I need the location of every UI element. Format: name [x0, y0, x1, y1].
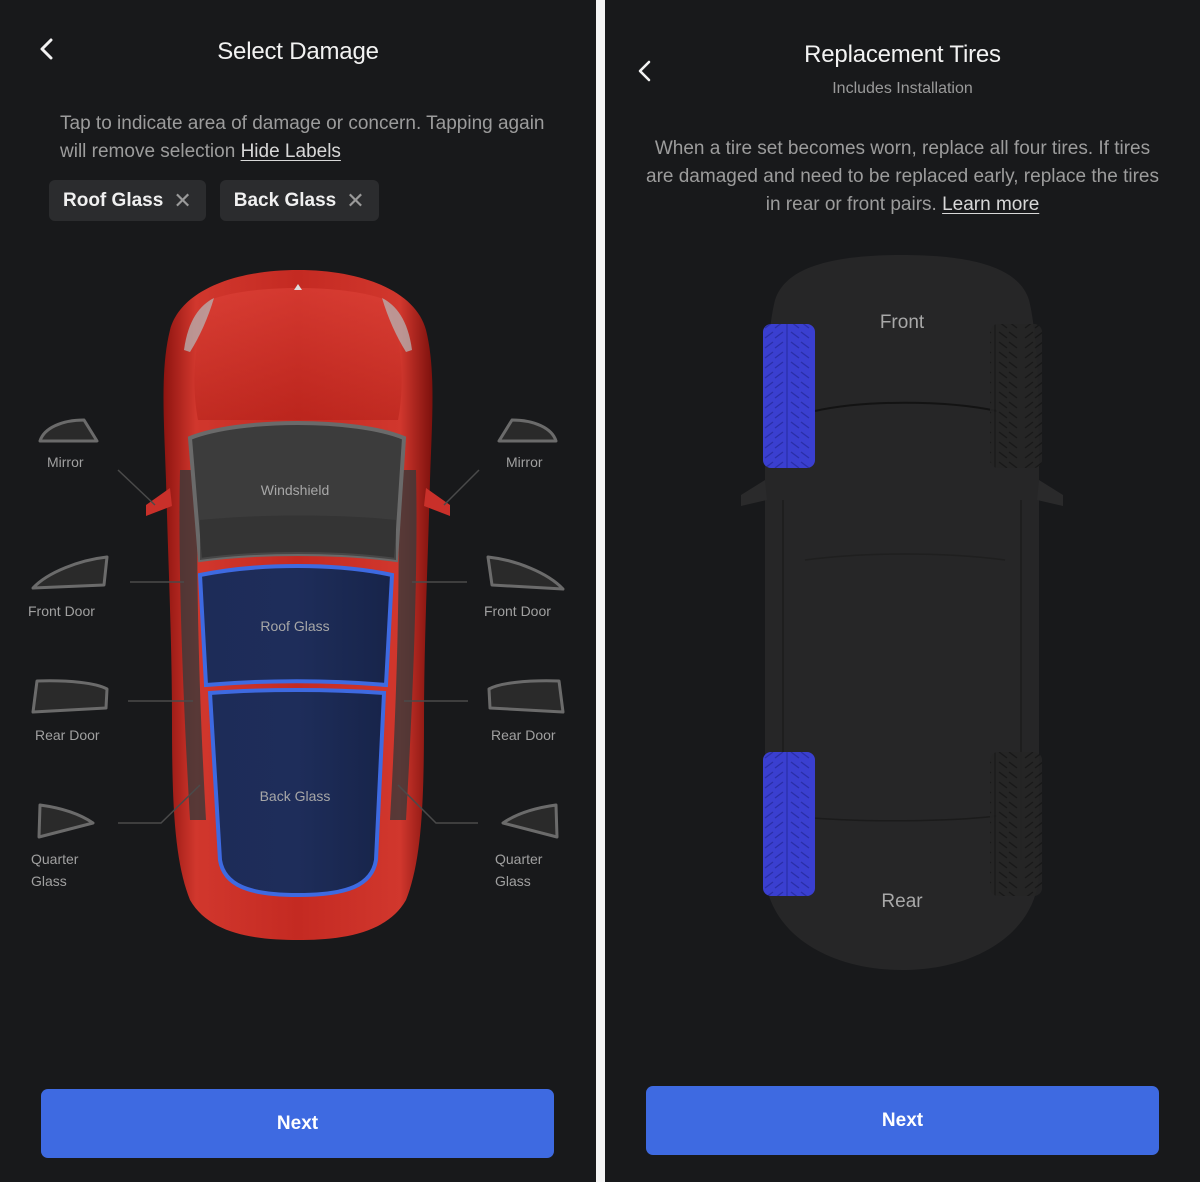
- label-line: Quarter: [495, 851, 543, 867]
- quarter-glass-left-part[interactable]: [36, 802, 96, 840]
- rear-door-right-label: Rear Door: [491, 727, 556, 743]
- selected-parts-chips: Roof Glass ✕ Back Glass ✕: [49, 180, 379, 221]
- rear-door-left-part[interactable]: [30, 678, 110, 716]
- quarter-glass-right-part[interactable]: [498, 802, 560, 840]
- tire-front-right-button[interactable]: [990, 324, 1042, 468]
- mirror-right-label: Mirror: [506, 454, 543, 470]
- chip-label: Back Glass: [233, 189, 337, 211]
- front-door-left-label: Front Door: [28, 603, 95, 619]
- chip-label: Roof Glass: [63, 189, 164, 211]
- screen-divider: [596, 0, 605, 1182]
- front-door-right-label: Front Door: [484, 603, 551, 619]
- chip-roof-glass[interactable]: Roof Glass ✕: [49, 180, 206, 221]
- car-tire-diagram: [741, 255, 1063, 970]
- quarter-glass-right-label: Quarter Glass: [495, 848, 542, 892]
- roof-glass-part[interactable]: [200, 565, 392, 685]
- label-line: Quarter: [31, 851, 79, 867]
- close-icon[interactable]: ✕: [173, 189, 191, 212]
- front-door-left-part[interactable]: [30, 554, 110, 590]
- hide-labels-link[interactable]: Hide Labels: [241, 141, 341, 162]
- replacement-tires-screen: Replacement Tires Includes Installation …: [605, 0, 1200, 1182]
- label-line: Glass: [495, 873, 531, 889]
- next-button[interactable]: Next: [41, 1089, 554, 1158]
- rear-door-left-label: Rear Door: [35, 727, 100, 743]
- front-door-right-part[interactable]: [485, 554, 567, 590]
- windshield-part[interactable]: [192, 425, 404, 560]
- mirror-right-part[interactable]: [494, 416, 560, 446]
- mirror-left-part[interactable]: [36, 416, 102, 446]
- quarter-glass-left-label: Quarter Glass: [31, 848, 78, 892]
- back-glass-part[interactable]: [210, 690, 385, 895]
- page-title: Select Damage: [217, 38, 379, 65]
- next-button[interactable]: Next: [646, 1086, 1159, 1155]
- select-damage-screen: Select Damage Tap to indicate area of da…: [0, 0, 596, 1182]
- mirror-left-label: Mirror: [47, 454, 84, 470]
- chip-back-glass[interactable]: Back Glass ✕: [219, 180, 379, 221]
- tire-rear-left-button[interactable]: [763, 752, 815, 896]
- close-icon[interactable]: ✕: [346, 189, 364, 212]
- tire-rear-right-button[interactable]: [990, 752, 1042, 896]
- rear-label: Rear: [881, 891, 923, 912]
- instructions-text: Tap to indicate area of damage or concer…: [60, 110, 560, 166]
- tire-front-left-button[interactable]: [763, 324, 815, 468]
- front-label: Front: [879, 312, 925, 333]
- label-line: Glass: [31, 873, 67, 889]
- rear-door-right-part[interactable]: [485, 678, 567, 716]
